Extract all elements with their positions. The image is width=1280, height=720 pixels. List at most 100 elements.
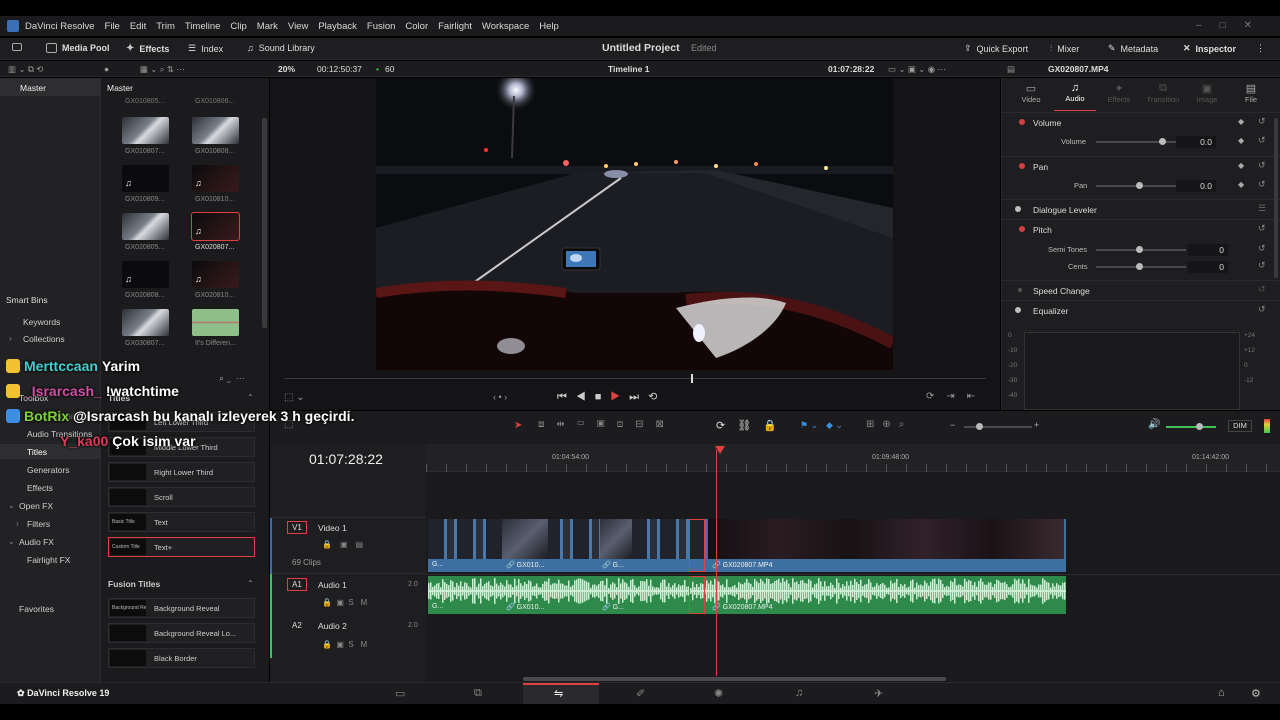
menu-view[interactable]: View	[288, 21, 308, 32]
reset-icon[interactable]: ↺	[1258, 135, 1266, 146]
zoom-level[interactable]: 20%	[278, 64, 295, 74]
snap-link-lock-icons[interactable]: ⟳⛓🔒	[716, 419, 789, 432]
audio-fx-header[interactable]: Audio FX	[19, 537, 54, 547]
media-pool-scrollbar[interactable]	[262, 118, 267, 328]
fusion-title-item[interactable]: Black Border	[108, 648, 255, 668]
volume-level-slider[interactable]	[1166, 426, 1216, 428]
timeline-name[interactable]: Timeline 1	[608, 64, 649, 74]
menu-clip[interactable]: Clip	[230, 21, 246, 32]
keyframe-icon[interactable]: ◆	[1238, 180, 1244, 189]
fusion-title-item[interactable]: Background Reveal Lo...	[108, 623, 255, 643]
clip-label[interactable]: G...	[432, 561, 443, 568]
menu-timeline[interactable]: Timeline	[185, 21, 221, 32]
menu-fusion[interactable]: Fusion	[367, 21, 396, 32]
audio-fx-fairlight[interactable]: Fairlight FX	[27, 555, 70, 565]
monitor-icon[interactable]	[12, 43, 22, 51]
edit-tool-icons[interactable]: ⧈⇹▭▣⊡⊟⊠	[538, 419, 676, 430]
clip-label-gx020807[interactable]: 🔗 GX020807.MP4	[712, 603, 772, 611]
title-item[interactable]: Custom Title Text+	[108, 537, 255, 557]
cents-knob[interactable]	[1136, 263, 1143, 270]
open-fx-header[interactable]: Open FX	[19, 501, 53, 511]
bin-collections[interactable]: Collections	[23, 334, 65, 344]
clip-label-gx020807[interactable]: 🔗 GX020807.MP4	[712, 561, 772, 569]
reset-icon[interactable]: ↺	[1258, 284, 1266, 295]
inspector-tab-image[interactable]: ▣ Image	[1184, 82, 1230, 104]
reset-icon[interactable]: ↺	[1258, 116, 1266, 127]
clip-thumbnail[interactable]	[122, 309, 169, 336]
title-item[interactable]: Basic Title Text	[108, 512, 255, 532]
media-pool-button[interactable]: Media Pool	[46, 43, 110, 53]
timeline-ruler[interactable]: 01:04:54:00 01:09:48:00 01:14:42:00	[426, 444, 1280, 472]
clip-label[interactable]: 🔗 G...	[602, 561, 624, 569]
inspector-tab-file[interactable]: ▤ File	[1228, 82, 1274, 104]
clip-label[interactable]: 🔗 GX010...	[506, 603, 544, 611]
timeline-zoom-knob[interactable]	[976, 423, 983, 430]
more-options-icon[interactable]: ⋮	[1256, 43, 1265, 54]
dialogue-leveler-toggle[interactable]	[1015, 206, 1021, 212]
selection-tool-icon[interactable]: ➤	[514, 420, 522, 431]
volume-knob[interactable]	[1159, 138, 1166, 145]
bin-master[interactable]: Master	[20, 83, 46, 93]
toolbox-generators[interactable]: Generators	[27, 465, 70, 475]
keyframe-icon[interactable]: ◆	[1238, 117, 1244, 126]
reset-icon[interactable]: ↺	[1258, 260, 1266, 271]
inspector-button[interactable]: ✕ Inspector	[1183, 43, 1236, 54]
reset-icon[interactable]: ↺	[1258, 179, 1266, 190]
clip-thumbnail[interactable]: ♫	[192, 261, 239, 288]
zoom-tool-icons[interactable]: ⊞⊕⌕	[866, 419, 912, 430]
dim-button[interactable]: DIM	[1228, 420, 1252, 432]
inspector-tab-audio[interactable]: ♫ Audio	[1052, 82, 1098, 103]
menu-mark[interactable]: Mark	[257, 21, 278, 32]
chevron-right-icon[interactable]: ›	[16, 519, 19, 528]
inspector-tab-video[interactable]: ▭ Video	[1008, 82, 1054, 104]
fairlight-page-icon[interactable]: ♫	[795, 687, 803, 699]
jog-control[interactable]: ‹ • ›	[493, 392, 507, 402]
chevron-down-icon[interactable]: ⌄	[8, 537, 15, 546]
semi-tones-value[interactable]: 0	[1188, 244, 1228, 256]
clip-label[interactable]: 🔗 G...	[602, 603, 624, 611]
transport-controls[interactable]: ⏮◀■▶⏭⟲	[557, 390, 666, 404]
flag-icon[interactable]: ⚑ ⌄	[800, 420, 818, 431]
color-page-icon[interactable]: ✺	[714, 687, 723, 700]
reset-icon[interactable]: ↺	[1258, 243, 1266, 254]
effects-button[interactable]: ✦ Effects	[126, 43, 169, 54]
clip-thumbnail[interactable]: ♫	[192, 165, 239, 192]
cut-page-icon[interactable]: ⧉	[474, 687, 482, 700]
panel-toggle-icons[interactable]: ▥ ⌄ ⧉ ⟲	[8, 64, 43, 75]
a1-track-controls[interactable]: 🔒 ▣ S M	[322, 598, 367, 607]
edit-page-icon[interactable]: ⇋	[554, 687, 563, 700]
menu-help[interactable]: Help	[539, 21, 559, 32]
a1-track-id[interactable]: A1	[287, 578, 307, 591]
search-icon[interactable]: ⌕ ⌄ ⋯	[219, 373, 245, 384]
speaker-icon[interactable]: 🔊	[1148, 419, 1160, 430]
quick-export-button[interactable]: ⇪ Quick Export	[964, 43, 1028, 54]
collapse-icon[interactable]: ⌃	[247, 579, 254, 588]
title-item[interactable]: Scroll	[108, 487, 255, 507]
toolbox-effects[interactable]: Effects	[27, 483, 53, 493]
fusion-page-icon[interactable]: ✐	[636, 687, 645, 700]
menu-workspace[interactable]: Workspace	[482, 21, 529, 32]
index-button[interactable]: ☰ Index	[188, 43, 223, 54]
inspector-tab-transition[interactable]: ⧉ Transition	[1140, 82, 1186, 104]
zoom-in-icon[interactable]: +	[1034, 420, 1039, 430]
keyframe-icon[interactable]: ◆	[1238, 136, 1244, 145]
speed-change-section[interactable]: Speed Change ↺	[1002, 280, 1280, 300]
dialogue-leveler-section[interactable]: Dialogue Leveler ☰	[1002, 199, 1280, 219]
v1-track-controls[interactable]: 🔒▣▤	[322, 540, 371, 549]
a2-track-controls[interactable]: 🔒 ▣ S M	[322, 640, 367, 649]
menu-color[interactable]: Color	[405, 21, 428, 32]
clip-label[interactable]: G...	[432, 603, 443, 610]
window-controls[interactable]: –□✕	[1196, 20, 1270, 31]
clip-thumbnail[interactable]	[192, 117, 239, 144]
cents-value[interactable]: 0	[1188, 261, 1228, 273]
volume-value[interactable]: 0.0	[1176, 136, 1216, 148]
play-icon[interactable]: ▶	[610, 391, 629, 403]
clip-thumbnail[interactable]	[122, 117, 169, 144]
chevron-right-icon[interactable]: ›	[9, 334, 12, 343]
a1-track-name[interactable]: Audio 1	[318, 580, 347, 590]
menu-file[interactable]: File	[105, 21, 120, 32]
equalizer-toggle[interactable]	[1015, 307, 1021, 313]
collapse-icon[interactable]: ⌃	[247, 393, 254, 402]
reset-icon[interactable]: ↺	[1258, 160, 1266, 171]
a2-track-name[interactable]: Audio 2	[318, 621, 347, 631]
